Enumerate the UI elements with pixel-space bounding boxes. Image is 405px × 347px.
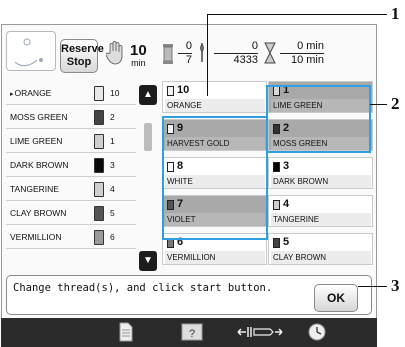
callout-line-1-h	[207, 14, 387, 15]
thread-list-row[interactable]: CLAY BROWN 5	[6, 201, 136, 225]
thread-grid-number: 3	[273, 160, 289, 172]
bottom-toolbar: ?	[1, 318, 377, 347]
stitch-count: 0 4333	[214, 40, 258, 67]
help-icon[interactable]: ?	[181, 322, 203, 342]
spool-swatch-icon	[94, 230, 104, 245]
svg-text:?: ?	[189, 328, 195, 340]
thread-list-name: LIME GREEN	[10, 136, 63, 146]
thread-grid-number-text: 10	[177, 84, 190, 96]
scrollbar-track[interactable]	[144, 107, 152, 249]
thread-grid-number: 10	[167, 84, 189, 96]
design-preview[interactable]	[6, 31, 56, 71]
thread-list-row[interactable]: VERMILLION 6	[6, 225, 136, 249]
callout-line-1-v	[207, 14, 208, 96]
thread-list: ORANGE 10 MOSS GREEN 2 LIME GREEN 1 DARK BROWN…	[6, 81, 136, 249]
stitch-time-value: 10	[130, 42, 147, 59]
thread-list-number: 5	[110, 208, 115, 218]
color-current: 0	[185, 40, 192, 52]
thread-list-row[interactable]: TANGERINE 4	[6, 177, 136, 201]
thread-grid-name: CLAY BROWN	[271, 251, 371, 264]
needle-icon	[200, 43, 204, 62]
document-icon[interactable]	[119, 322, 133, 342]
thread-grid-name: VERMILLION	[165, 251, 265, 264]
thread-grid-number: 4	[273, 198, 289, 210]
thread-grid-cell[interactable]: 3 DARK BROWN	[268, 157, 373, 189]
thread-grid-number-text: 3	[283, 160, 290, 172]
thread-list-name: VERMILLION	[10, 232, 62, 242]
color-count: 0 7	[178, 40, 192, 67]
spool-swatch-icon	[94, 110, 104, 125]
spool-swatch-icon	[94, 134, 104, 149]
callout-line-3	[358, 286, 387, 287]
time-count: 0 min 10 min	[280, 40, 324, 67]
thread-list-row[interactable]: LIME GREEN 1	[6, 129, 136, 153]
thread-list-row[interactable]: DARK BROWN 3	[6, 153, 136, 177]
thread-list-number: 1	[110, 136, 115, 146]
callout-line-2	[370, 104, 387, 105]
stitch-time-unit: min	[131, 58, 146, 68]
callout-1: 1	[391, 4, 400, 23]
thread-grid-name: DARK BROWN	[271, 175, 371, 188]
highlight-box-left	[162, 116, 268, 240]
ok-button[interactable]: OK	[314, 284, 358, 312]
thread-list-name: MOSS GREEN	[10, 112, 68, 122]
reserve-stop-button[interactable]: Reserve Stop	[60, 39, 104, 73]
time-total: 10 min	[280, 53, 324, 67]
thread-grid-cell[interactable]: 10 ORANGE	[162, 81, 267, 113]
hourglass-icon	[264, 42, 276, 64]
thread-swatch-icon	[273, 200, 280, 210]
thread-list-name: ORANGE	[10, 81, 52, 107]
stitch-total: 4333	[214, 53, 258, 67]
spool-swatch-icon	[94, 158, 104, 173]
highlight-box-right	[266, 85, 371, 153]
thread-grid-cell[interactable]: 4 TANGERINE	[268, 195, 373, 227]
spool-swatch-icon	[94, 206, 104, 221]
thread-grid-number: 5	[273, 236, 289, 248]
spool-swatch-icon	[94, 182, 104, 197]
thread-list-name: DARK BROWN	[10, 160, 69, 170]
scrollbar-thumb[interactable]	[144, 123, 152, 151]
reserve-stop-label-1: Reserve	[61, 43, 104, 55]
stitch-time: 10 min	[130, 42, 147, 68]
color-total: 7	[178, 53, 192, 67]
thread-grid-name: ORANGE	[165, 99, 265, 112]
thread-grid-name: TANGERINE	[271, 213, 371, 226]
thread-grid-number-text: 5	[283, 236, 290, 248]
embroidery-screen: Reserve Stop 10 min 0 7 0 4333 0 min 10 …	[1, 24, 377, 324]
callout-3: 3	[391, 276, 400, 295]
hand-icon	[106, 41, 123, 65]
scroll-down-button[interactable]: ▼	[139, 251, 157, 271]
clock-icon[interactable]	[307, 322, 327, 342]
spool-swatch-icon	[94, 86, 104, 101]
thread-swatch-icon	[273, 238, 280, 248]
thread-list-row[interactable]: MOSS GREEN 2	[6, 105, 136, 129]
time-current: 0 min	[297, 40, 324, 52]
callout-2: 2	[391, 94, 400, 113]
frame-move-icon[interactable]	[237, 322, 283, 342]
spool-icon	[163, 44, 173, 64]
thread-list-number: 4	[110, 184, 115, 194]
thread-list-number: 2	[110, 112, 115, 122]
scroll-up-button[interactable]: ▲	[139, 85, 157, 105]
thread-grid-cell[interactable]: 5 CLAY BROWN	[268, 233, 373, 265]
reserve-stop-label-2: Stop	[66, 56, 92, 68]
thread-list-name: TANGERINE	[10, 184, 59, 194]
design-preview-icon	[14, 38, 43, 67]
thread-swatch-icon	[273, 162, 280, 172]
message-text: Change thread(s), and click start button…	[13, 282, 273, 294]
stitch-current: 0	[251, 40, 258, 52]
thread-list-name: CLAY BROWN	[10, 208, 67, 218]
thread-grid-number-text: 4	[283, 198, 290, 210]
thread-list-row[interactable]: ORANGE 10	[6, 81, 136, 105]
thread-list-number: 10	[110, 88, 120, 98]
thread-list-number: 6	[110, 232, 115, 242]
thread-swatch-icon	[167, 86, 174, 96]
thread-list-number: 3	[110, 160, 115, 170]
